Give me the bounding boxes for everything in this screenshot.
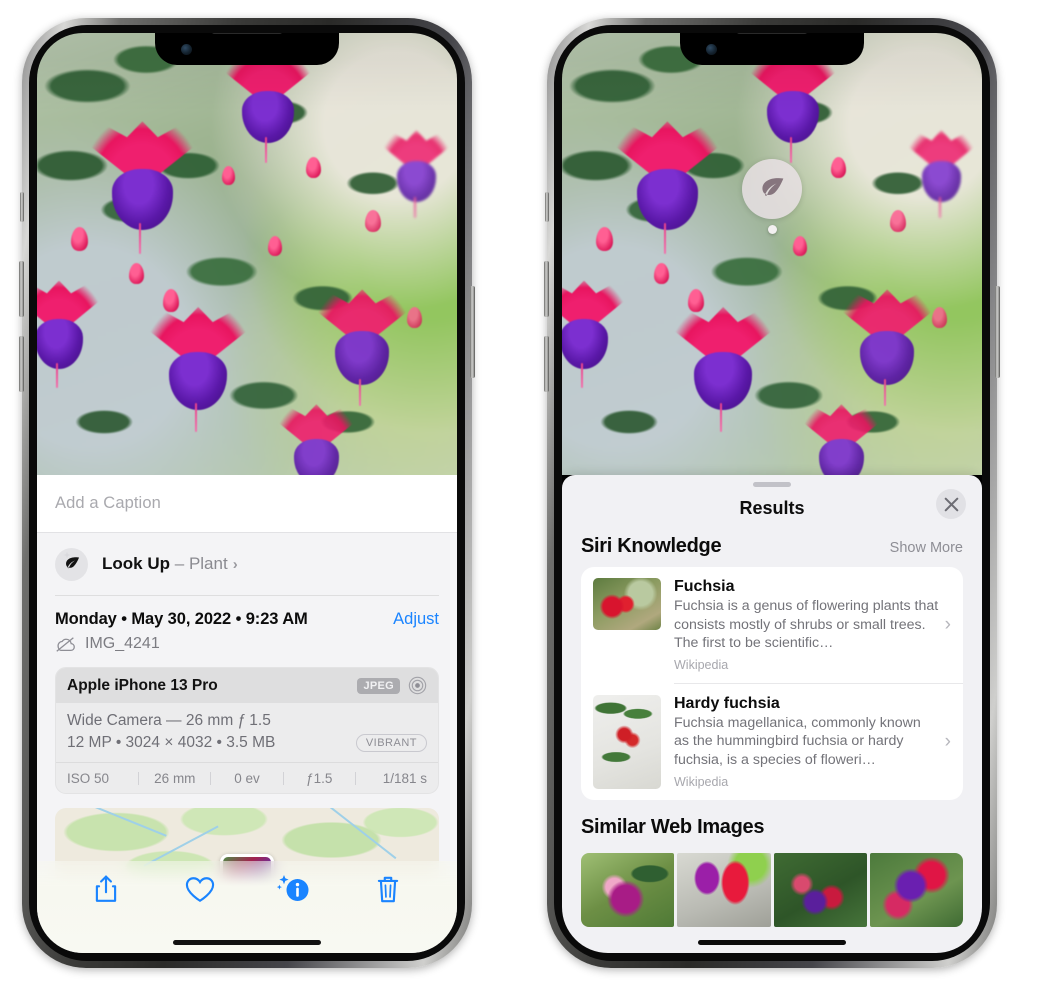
siri-knowledge-title: Siri Knowledge bbox=[581, 535, 722, 557]
heart-icon bbox=[185, 876, 215, 902]
chevron-right-icon: › bbox=[944, 613, 951, 635]
share-button[interactable] bbox=[59, 874, 153, 904]
date-row: Monday • May 30, 2022 • 9:23 AM Adjust bbox=[37, 596, 457, 629]
screenshot-root: Add a Caption Look Up – Plant › Monday •… bbox=[0, 0, 1055, 985]
exif-aperture: ƒ1.5 bbox=[306, 770, 333, 786]
share-icon bbox=[95, 875, 117, 902]
look-up-anchor-dot bbox=[767, 225, 777, 234]
device-name: Apple iPhone 13 Pro bbox=[67, 676, 218, 694]
knowledge-item[interactable]: Hardy fuchsia Fuchsia magellanica, commo… bbox=[581, 684, 963, 800]
favorite-button[interactable] bbox=[153, 876, 247, 903]
web-image-1[interactable] bbox=[581, 852, 675, 927]
knowledge-description: Fuchsia is a genus of flowering plants t… bbox=[674, 598, 939, 652]
look-up-title: Look Up bbox=[102, 554, 170, 573]
earpiece-speaker bbox=[211, 33, 283, 34]
file-name: IMG_4241 bbox=[85, 635, 160, 652]
leaf-icon bbox=[762, 178, 784, 196]
info-button[interactable] bbox=[247, 874, 341, 904]
knowledge-description: Fuchsia magellanica, commonly known as t… bbox=[674, 714, 921, 768]
metadata-body: Wide Camera — 26 mm ƒ 1.5 12 MP • 3024 ×… bbox=[56, 703, 438, 762]
earpiece-speaker bbox=[736, 33, 808, 34]
front-camera-icon bbox=[706, 44, 717, 55]
look-up-label: Look Up – Plant bbox=[102, 554, 228, 574]
size-line: 12 MP • 3024 × 4032 • 3.5 MB bbox=[67, 734, 276, 751]
photo-date: Monday • May 30, 2022 • 9:23 AM bbox=[55, 610, 308, 628]
look-up-row[interactable]: Look Up – Plant › bbox=[37, 533, 457, 595]
similar-web-images-header: Similar Web Images bbox=[562, 800, 982, 843]
caption-placeholder: Add a Caption bbox=[55, 494, 161, 512]
home-indicator-right[interactable] bbox=[698, 940, 846, 945]
exif-shutter: 1/181 s bbox=[382, 770, 428, 786]
iphone-right: Results Siri Knowledge Show More Fuchsia… bbox=[544, 18, 1000, 968]
sparkles-icon bbox=[61, 551, 71, 561]
fuchsia-thumbnail bbox=[593, 578, 661, 630]
adjust-button[interactable]: Adjust bbox=[393, 610, 439, 629]
knowledge-source: Wikipedia bbox=[674, 657, 729, 672]
cloud-slash-icon bbox=[56, 636, 75, 652]
volume-up-button[interactable] bbox=[19, 261, 24, 317]
results-header: Results bbox=[562, 487, 982, 529]
mute-switch[interactable] bbox=[545, 192, 549, 222]
photo-viewer-left[interactable] bbox=[37, 33, 457, 475]
hardy-fuchsia-thumbnail bbox=[593, 694, 661, 789]
knowledge-title: Fuchsia bbox=[674, 578, 735, 595]
metadata-header: Apple iPhone 13 Pro JPEG bbox=[56, 668, 438, 703]
trash-icon bbox=[377, 876, 399, 902]
show-more-button[interactable]: Show More bbox=[890, 540, 963, 556]
results-title: Results bbox=[739, 497, 805, 518]
info-sparkle-icon bbox=[277, 875, 309, 901]
mute-switch[interactable] bbox=[20, 192, 24, 222]
look-up-dash: – bbox=[174, 554, 185, 573]
home-indicator-left[interactable] bbox=[173, 940, 321, 945]
photo-viewer-right[interactable] bbox=[562, 33, 982, 475]
exif-iso: ISO 50 bbox=[67, 770, 110, 786]
similar-web-images-strip[interactable] bbox=[562, 852, 982, 927]
iphone-left: Add a Caption Look Up – Plant › Monday •… bbox=[19, 18, 475, 968]
photo-overlay bbox=[37, 33, 457, 475]
aperture-icon bbox=[408, 676, 427, 695]
knowledge-item[interactable]: Fuchsia Fuchsia is a genus of flowering … bbox=[581, 567, 963, 683]
knowledge-title: Hardy fuchsia bbox=[674, 694, 780, 712]
style-badge: VIBRANT bbox=[355, 734, 427, 752]
close-button[interactable] bbox=[936, 489, 966, 519]
screen-left: Add a Caption Look Up – Plant › Monday •… bbox=[37, 33, 457, 953]
side-power-button[interactable] bbox=[470, 286, 475, 378]
lens-line: Wide Camera — 26 mm ƒ 1.5 bbox=[67, 712, 271, 729]
siri-knowledge-card: Fuchsia Fuchsia is a genus of flowering … bbox=[581, 567, 963, 800]
metadata-badges: JPEG bbox=[357, 676, 427, 695]
exif-focal: 26 mm bbox=[154, 770, 196, 786]
chevron-right-icon: › bbox=[944, 730, 951, 752]
web-image-4[interactable] bbox=[869, 852, 963, 927]
delete-button[interactable] bbox=[341, 875, 435, 904]
camera-metadata-card[interactable]: Apple iPhone 13 Pro JPEG Wide Camera — 2… bbox=[55, 667, 439, 794]
web-image-2[interactable] bbox=[677, 852, 771, 927]
volume-down-button[interactable] bbox=[19, 336, 24, 392]
chevron-right-icon: › bbox=[232, 555, 238, 573]
notch-left bbox=[155, 33, 339, 65]
caption-field[interactable]: Add a Caption bbox=[37, 475, 457, 533]
front-camera-icon bbox=[181, 44, 192, 55]
screen-right: Results Siri Knowledge Show More Fuchsia… bbox=[562, 33, 982, 953]
results-sheet: Results Siri Knowledge Show More Fuchsia… bbox=[562, 475, 982, 953]
volume-down-button[interactable] bbox=[544, 336, 549, 392]
exif-row: ISO 50 26 mm 0 ev ƒ1.5 1/181 s bbox=[56, 762, 438, 793]
siri-knowledge-header: Siri Knowledge Show More bbox=[562, 529, 982, 567]
photo-overlay bbox=[562, 33, 982, 475]
side-power-button[interactable] bbox=[995, 286, 1000, 378]
format-badge: JPEG bbox=[357, 677, 400, 694]
knowledge-source: Wikipedia bbox=[674, 774, 729, 789]
leaf-icon-container bbox=[55, 547, 88, 581]
similar-web-images-title: Similar Web Images bbox=[581, 815, 765, 838]
look-up-subject: Plant bbox=[188, 554, 228, 573]
volume-up-button[interactable] bbox=[544, 261, 549, 317]
exif-ev: 0 ev bbox=[234, 770, 260, 786]
close-icon bbox=[944, 497, 958, 511]
photo-info-sheet: Add a Caption Look Up – Plant › Monday •… bbox=[37, 475, 457, 953]
visual-look-up-badge[interactable] bbox=[742, 159, 802, 234]
web-image-3[interactable] bbox=[773, 852, 867, 927]
file-row: IMG_4241 bbox=[37, 629, 457, 653]
notch-right bbox=[680, 33, 864, 65]
